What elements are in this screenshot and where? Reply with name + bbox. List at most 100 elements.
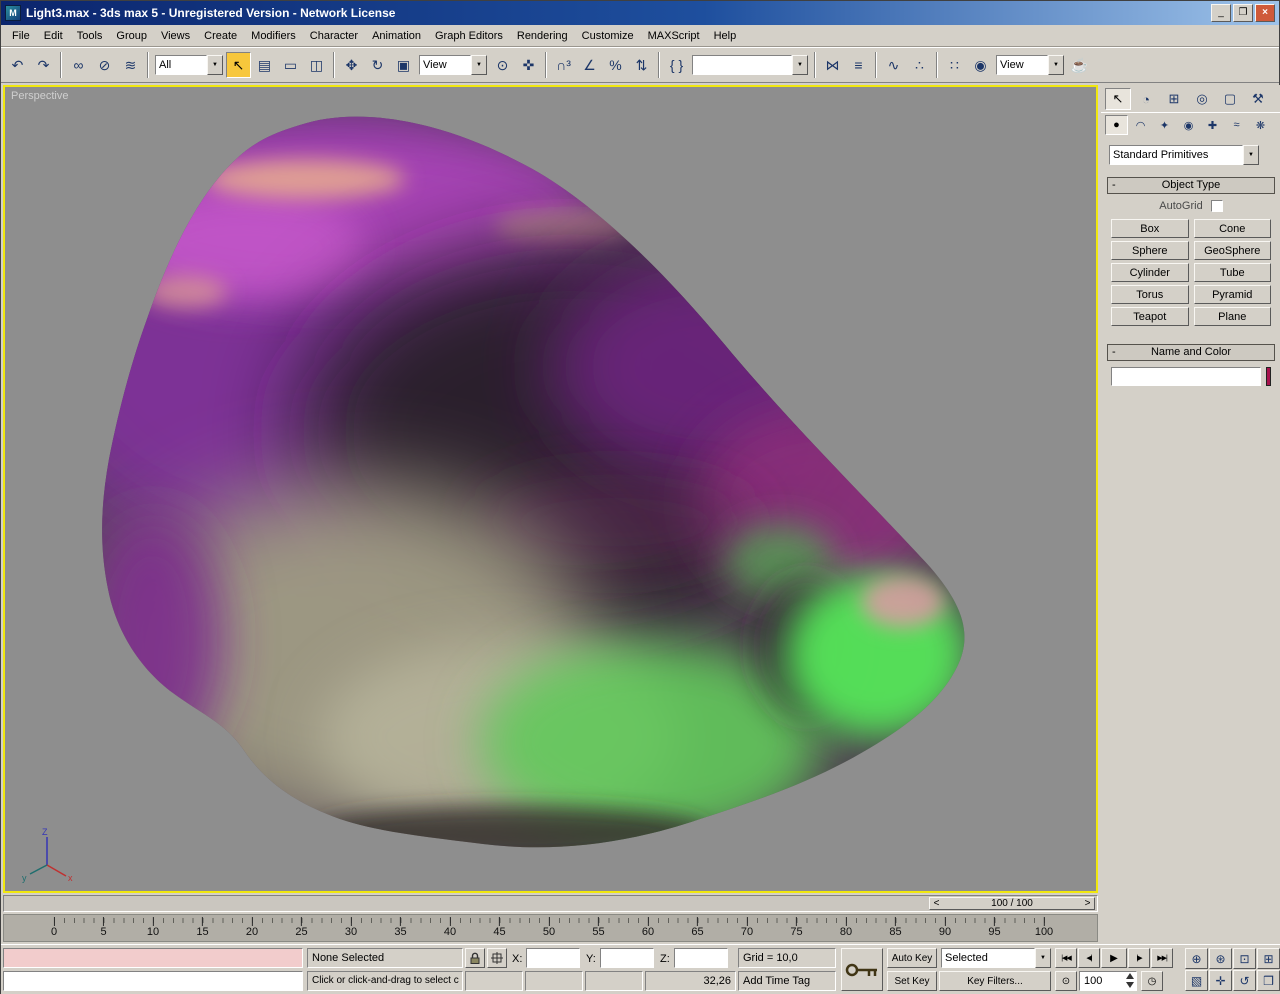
menu-item-animation[interactable]: Animation: [365, 27, 428, 45]
primitive-category-dropdown[interactable]: Standard Primitives ▼: [1109, 145, 1259, 165]
next-frame-button[interactable]: |▶: [1128, 948, 1150, 968]
autogrid-checkbox[interactable]: [1211, 200, 1223, 212]
use-pivot-point-center-button[interactable]: ⊙: [490, 52, 515, 78]
track-bar[interactable]: 0510152025303540455055606570758085909510…: [3, 914, 1098, 942]
teapot-button[interactable]: Teapot: [1111, 307, 1189, 326]
menu-item-file[interactable]: File: [5, 27, 37, 45]
category-systems[interactable]: ❋: [1249, 115, 1272, 135]
maxscript-macro-recorder[interactable]: [3, 948, 303, 968]
tab-utilities[interactable]: ⚒: [1245, 88, 1271, 110]
geosphere-button[interactable]: GeoSphere: [1194, 241, 1272, 260]
category-helpers[interactable]: ✚: [1201, 115, 1224, 135]
menu-item-customize[interactable]: Customize: [575, 27, 641, 45]
menu-item-group[interactable]: Group: [109, 27, 154, 45]
selection-lock-toggle[interactable]: [465, 948, 485, 968]
chevron-down-icon[interactable]: ▼: [207, 55, 223, 75]
category-cameras[interactable]: ◉: [1177, 115, 1200, 135]
arc-rotate-button[interactable]: ↺: [1233, 970, 1256, 991]
open-curve-editor-button[interactable]: ∿: [881, 52, 906, 78]
edit-named-selections-button[interactable]: { }: [664, 52, 689, 78]
title-bar[interactable]: M Light3.max - 3ds max 5 - Unregistered …: [1, 1, 1279, 25]
select-and-move-button[interactable]: ✥: [339, 52, 364, 78]
viewport-label[interactable]: Perspective: [11, 90, 68, 102]
chevron-down-icon[interactable]: ▼: [792, 55, 808, 75]
key-filters-button[interactable]: Key Filters...: [939, 971, 1051, 991]
zoom-button[interactable]: ⊕: [1185, 948, 1208, 969]
menu-item-create[interactable]: Create: [197, 27, 244, 45]
material-editor-button[interactable]: ∷: [942, 52, 967, 78]
perspective-viewport[interactable]: Perspective: [3, 85, 1098, 893]
menu-item-tools[interactable]: Tools: [70, 27, 110, 45]
mirror-button[interactable]: ⋈: [820, 52, 845, 78]
select-and-scale-button[interactable]: ▣: [391, 52, 416, 78]
zoom-all-button[interactable]: ⊛: [1209, 948, 1232, 969]
chevron-down-icon[interactable]: ▼: [471, 55, 487, 75]
snaps-toggle-button[interactable]: ∩³: [551, 52, 576, 78]
set-key-mode-button[interactable]: [841, 948, 883, 991]
zoom-extents-button[interactable]: ⊡: [1233, 948, 1256, 969]
object-color-swatch[interactable]: [1266, 367, 1271, 386]
object-name-input[interactable]: [1111, 367, 1261, 386]
select-and-rotate-button[interactable]: ↻: [365, 52, 390, 78]
reference-coordinate-system-dropdown[interactable]: View▼: [419, 55, 487, 75]
schematic-view-button[interactable]: ∴: [907, 52, 932, 78]
menu-item-graph-editors[interactable]: Graph Editors: [428, 27, 510, 45]
chevron-down-icon[interactable]: ▼: [1035, 948, 1051, 968]
z-coordinate-field[interactable]: [674, 948, 728, 968]
category-lights[interactable]: ✦: [1153, 115, 1176, 135]
name-and-color-rollout-header[interactable]: - Name and Color: [1107, 344, 1275, 361]
menu-item-character[interactable]: Character: [303, 27, 365, 45]
tab-motion[interactable]: ◎: [1189, 88, 1215, 110]
menu-item-help[interactable]: Help: [707, 27, 744, 45]
x-coordinate-field[interactable]: [526, 948, 580, 968]
rectangular-selection-region-button[interactable]: ▭: [278, 52, 303, 78]
torus-button[interactable]: Torus: [1111, 285, 1189, 304]
tab-create[interactable]: ↖: [1105, 88, 1131, 110]
play-animation-button[interactable]: ▶: [1101, 948, 1127, 968]
key-mode-dropdown[interactable]: Selected ▼: [941, 948, 1051, 968]
object-type-rollout-header[interactable]: - Object Type: [1107, 177, 1275, 194]
y-coordinate-field[interactable]: [600, 948, 654, 968]
menu-item-rendering[interactable]: Rendering: [510, 27, 575, 45]
close-button[interactable]: ×: [1255, 4, 1275, 22]
selection-filter-dropdown[interactable]: All▼: [155, 55, 223, 75]
menu-item-edit[interactable]: Edit: [37, 27, 70, 45]
render-scene-button[interactable]: ◉: [968, 52, 993, 78]
tab-hierarchy[interactable]: ⊞: [1161, 88, 1187, 110]
key-step-toggle-button[interactable]: ⊙: [1055, 971, 1077, 991]
category-geometry[interactable]: ●: [1105, 115, 1128, 135]
box-button[interactable]: Box: [1111, 219, 1189, 238]
menu-item-maxscript[interactable]: MAXScript: [641, 27, 707, 45]
window-crossing-toggle-button[interactable]: ◫: [304, 52, 329, 78]
undo-button[interactable]: ↶: [5, 52, 30, 78]
min-max-toggle-button[interactable]: ❒: [1257, 970, 1280, 991]
pan-view-button[interactable]: ✛: [1209, 970, 1232, 991]
rendered-mesh-object[interactable]: [5, 87, 1096, 891]
chevron-down-icon[interactable]: ▼: [1048, 55, 1064, 75]
frame-spinner[interactable]: [1124, 972, 1135, 990]
sphere-button[interactable]: Sphere: [1111, 241, 1189, 260]
go-to-start-button[interactable]: |◀◀: [1055, 948, 1077, 968]
chevron-down-icon[interactable]: ▼: [1243, 145, 1259, 165]
time-slider[interactable]: < 100 / 100 >: [3, 895, 1098, 912]
auto-key-button[interactable]: Auto Key: [887, 948, 937, 968]
tube-button[interactable]: Tube: [1194, 263, 1272, 282]
cylinder-button[interactable]: Cylinder: [1111, 263, 1189, 282]
render-type-dropdown[interactable]: View▼: [996, 55, 1064, 75]
previous-frame-button[interactable]: ◀|: [1078, 948, 1100, 968]
category-space-warps[interactable]: ≈: [1225, 115, 1248, 135]
set-key-button[interactable]: Set Key: [887, 971, 937, 991]
quick-render-button[interactable]: ☕: [1067, 52, 1092, 78]
unlink-selection-button[interactable]: ⊘: [92, 52, 117, 78]
time-slider-prev-arrow[interactable]: <: [930, 898, 943, 909]
named-selection-sets-dropdown[interactable]: ▼: [692, 55, 808, 75]
zoom-extents-all-button[interactable]: ⊞: [1257, 948, 1280, 969]
minimize-button[interactable]: _: [1211, 4, 1231, 22]
select-object-button[interactable]: ↖: [226, 52, 251, 78]
restore-button[interactable]: ❐: [1233, 4, 1253, 22]
region-zoom-button[interactable]: ▧: [1185, 970, 1208, 991]
percent-snap-toggle-button[interactable]: %: [603, 52, 628, 78]
tab-modify[interactable]: ◔: [1133, 88, 1159, 110]
align-button[interactable]: ≡: [846, 52, 871, 78]
time-slider-next-arrow[interactable]: >: [1081, 898, 1094, 909]
